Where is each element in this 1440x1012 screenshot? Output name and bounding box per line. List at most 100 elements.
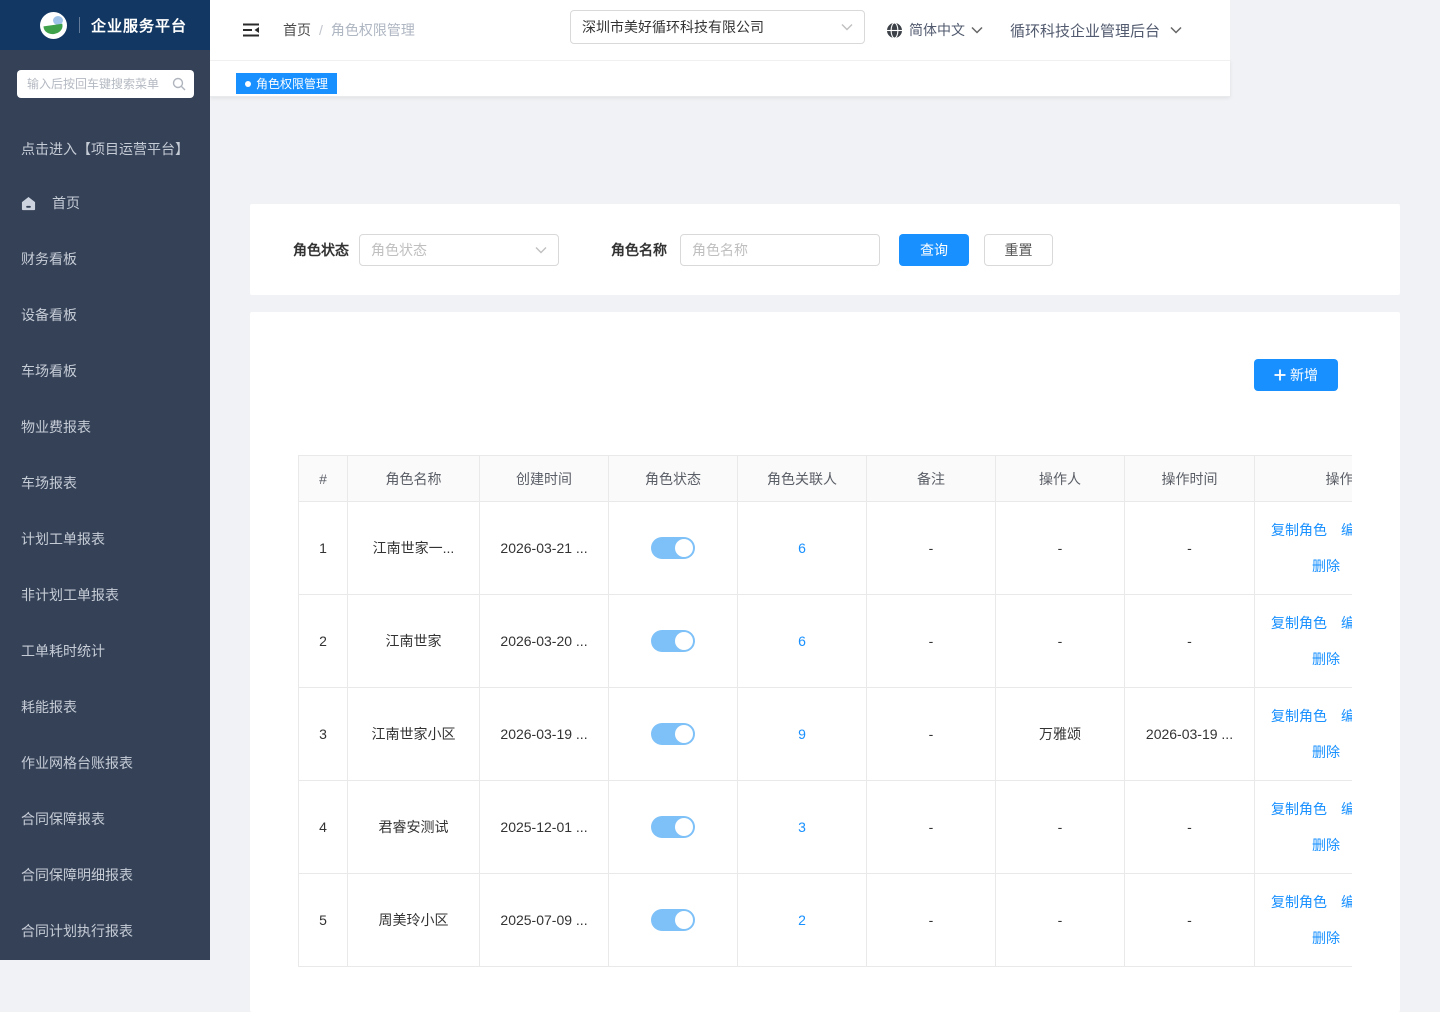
language-label: 简体中文 [909,20,965,40]
breadcrumb: 首页 / 角色权限管理 [283,0,415,60]
reset-button[interactable]: 重置 [984,234,1053,266]
chevron-down-icon [841,23,853,31]
role-status-toggle[interactable] [651,816,695,838]
tab-role-permission[interactable]: 角色权限管理 [236,73,337,94]
topbar: 首页 / 角色权限管理 深圳市美好循环科技有限公司 简体中文 循环科技企业管理后… [210,0,1230,60]
breadcrumb-home[interactable]: 首页 [283,20,311,40]
sidebar-item-label: 耗能报表 [21,697,77,717]
operator: 万雅颂 [996,688,1125,781]
add-role-button[interactable]: 新增 [1254,359,1338,391]
operate-time: 2026-03-19 ... [1125,688,1255,781]
col-operate-time: 操作时间 [1125,456,1255,502]
sidebar-item-contract-guarantee-detail-report[interactable]: 合同保障明细报表 [0,847,210,903]
edit-role-link[interactable]: 编辑 [1341,791,1352,827]
created-time: 2025-07-09 ... [480,874,609,967]
row-index: 2 [299,595,348,688]
project-platform-link[interactable]: 点击进入【项目运营平台】 [21,139,189,159]
col-role-status: 角色状态 [609,456,738,502]
company-select[interactable]: 深圳市美好循环科技有限公司 [570,10,865,44]
operate-time: - [1125,595,1255,688]
col-index: # [299,456,348,502]
menu-fold-icon[interactable] [241,20,261,40]
delete-role-link[interactable]: 删除 [1312,558,1340,574]
sidebar-item-device-board[interactable]: 设备看板 [0,287,210,343]
delete-role-link[interactable]: 删除 [1312,651,1340,667]
delete-role-link[interactable]: 删除 [1312,744,1340,760]
related-users-link[interactable]: 6 [798,633,806,649]
sidebar-item-home[interactable]: 首页 [0,175,210,231]
table-header-row: # 角色名称 创建时间 角色状态 角色关联人 备注 操作人 操作时间 操作 [299,456,1353,502]
col-operator: 操作人 [996,456,1125,502]
delete-role-link[interactable]: 删除 [1312,930,1340,946]
edit-role-link[interactable]: 编辑 [1341,884,1352,920]
copy-role-link[interactable]: 复制角色 [1271,698,1327,734]
col-related-users: 角色关联人 [738,456,867,502]
plus-icon [1274,369,1286,381]
sidebar-item-contract-plan-execution-report[interactable]: 合同计划执行报表 [0,903,210,959]
sidebar-header: 企业服务平台 [0,0,210,50]
brand-title: 企业服务平台 [91,15,187,36]
language-switcher[interactable]: 简体中文 [886,0,983,60]
role-status-toggle[interactable] [651,537,695,559]
role-name: 周美玲小区 [348,874,480,967]
operate-time: - [1125,502,1255,595]
role-name-label: 角色名称 [611,240,667,260]
sidebar-item-parking-report[interactable]: 车场报表 [0,455,210,511]
row-index: 4 [299,781,348,874]
app-logo [40,12,67,39]
related-users-link[interactable]: 2 [798,912,806,928]
role-status-toggle[interactable] [651,909,695,931]
sidebar-item-label: 合同保障报表 [21,809,105,829]
copy-role-link[interactable]: 复制角色 [1271,512,1327,548]
role-status-toggle[interactable] [651,630,695,652]
sidebar-search[interactable] [17,70,194,98]
created-time: 2026-03-20 ... [480,595,609,688]
sidebar-item-property-fee-report[interactable]: 物业费报表 [0,399,210,455]
sidebar-item-energy-report[interactable]: 耗能报表 [0,679,210,735]
role-status-select[interactable]: 角色状态 [359,234,559,266]
col-created-time: 创建时间 [480,456,609,502]
remark: - [867,688,996,781]
role-name-input[interactable] [680,234,880,266]
delete-role-link[interactable]: 删除 [1312,837,1340,853]
query-button[interactable]: 查询 [899,234,969,266]
add-role-label: 新增 [1290,365,1318,385]
operate-time: - [1125,874,1255,967]
copy-role-link[interactable]: 复制角色 [1271,605,1327,641]
remark: - [867,781,996,874]
related-users-link[interactable]: 6 [798,540,806,556]
sidebar-item-label: 车场看板 [21,361,77,381]
col-role-name: 角色名称 [348,456,480,502]
sidebar-item-grid-ledger-report[interactable]: 作业网格台账报表 [0,735,210,791]
sidebar-search-input[interactable] [27,77,172,91]
sidebar-menu: 首页 财务看板 设备看板 车场看板 物业费报表 车场报表 计划工单报表 非计划工… [0,175,210,959]
sidebar-item-label: 财务看板 [21,249,77,269]
edit-role-link[interactable]: 编辑 [1341,512,1352,548]
role-list-card: 角色管理列表 新增 # 角色名称 创建时间 角色状态 角色关联人 备注 操作人 … [250,312,1400,1012]
account-menu[interactable]: 循环科技企业管理后台 [1010,0,1182,60]
sidebar-item-workorder-time-stats[interactable]: 工单耗时统计 [0,623,210,679]
account-name: 循环科技企业管理后台 [1010,20,1160,41]
copy-role-link[interactable]: 复制角色 [1271,884,1327,920]
role-table: # 角色名称 创建时间 角色状态 角色关联人 备注 操作人 操作时间 操作 1 … [298,455,1352,967]
sidebar-item-parking-board[interactable]: 车场看板 [0,343,210,399]
globe-icon [886,22,903,39]
role-name: 江南世家一... [348,502,480,595]
remark: - [867,874,996,967]
related-users-link[interactable]: 9 [798,726,806,742]
created-time: 2026-03-19 ... [480,688,609,781]
sidebar-item-contract-guarantee-report[interactable]: 合同保障报表 [0,791,210,847]
sidebar-item-finance-board[interactable]: 财务看板 [0,231,210,287]
sidebar-item-label: 车场报表 [21,473,77,493]
sidebar-item-planned-workorder-report[interactable]: 计划工单报表 [0,511,210,567]
row-index: 1 [299,502,348,595]
related-users-link[interactable]: 3 [798,819,806,835]
role-status-toggle[interactable] [651,723,695,745]
sidebar-item-label: 合同保障明细报表 [21,865,133,885]
sidebar-item-unplanned-workorder-report[interactable]: 非计划工单报表 [0,567,210,623]
sidebar-item-label: 首页 [52,193,80,213]
copy-role-link[interactable]: 复制角色 [1271,791,1327,827]
tab-active-dot-icon [245,81,251,87]
edit-role-link[interactable]: 编辑 [1341,605,1352,641]
edit-role-link[interactable]: 编辑 [1341,698,1352,734]
